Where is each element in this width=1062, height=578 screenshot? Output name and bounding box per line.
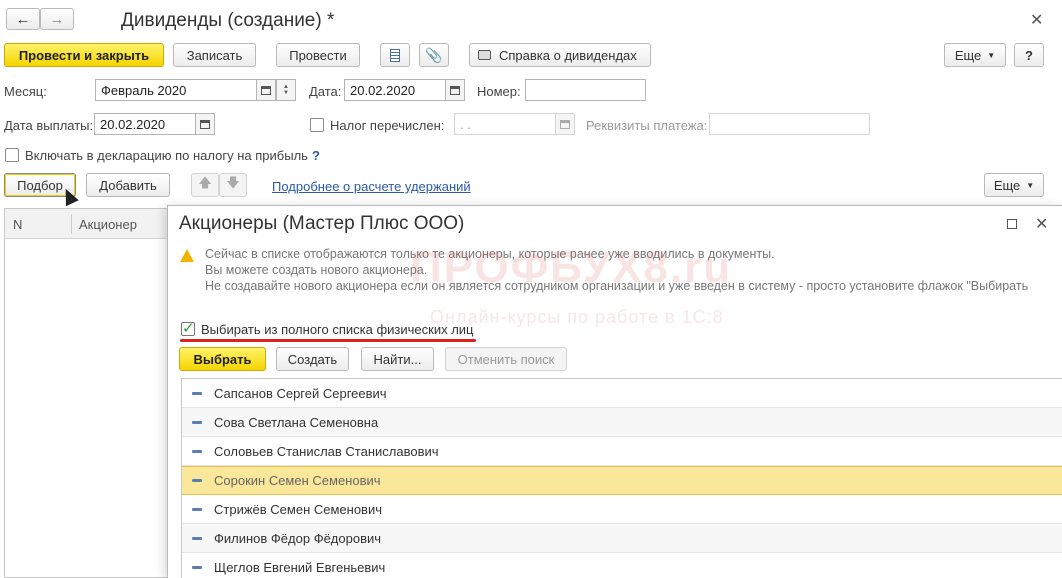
list-item-selected[interactable]: Сорокин Семен Семенович (182, 466, 1062, 495)
chevron-down-icon: ▼ (1026, 180, 1035, 190)
list-item-label: Щеглов Евгений Евгеньевич (214, 559, 386, 575)
tax-paid-date-field[interactable]: . . (454, 113, 556, 135)
date-field[interactable]: 20.02.2020 (344, 79, 446, 101)
cancel-search-button[interactable]: Отменить поиск (445, 347, 567, 371)
list-item-label: Сапсанов Сергей Сергеевич (214, 385, 387, 401)
month-calendar-button[interactable] (256, 79, 276, 101)
month-label: Месяц: (4, 84, 47, 99)
warning-line-2: Вы можете создать нового акционера. (205, 263, 428, 277)
calendar-icon (560, 119, 570, 129)
table-header: N Акционер (5, 209, 167, 239)
dividend-report-button[interactable]: Справка о дивидендах (469, 43, 651, 67)
deductions-details-link[interactable]: Подробнее о расчете удержаний (272, 179, 471, 194)
date-label: Дата: (309, 84, 342, 99)
list-item-label: Соловьев Станислав Станиславович (214, 443, 439, 459)
item-dash-icon (192, 449, 202, 453)
tax-paid-label: Налог перечислен: (330, 118, 445, 133)
list-item[interactable]: Стрижёв Семен Семенович (182, 495, 1062, 524)
list-item-label: Филинов Фёдор Фёдорович (214, 530, 382, 546)
close-icon[interactable]: ✕ (1030, 10, 1043, 30)
spinner-down-icon: ▼ (283, 90, 289, 96)
list-item-label: Стрижёв Семен Семенович (214, 501, 382, 517)
calendar-icon (200, 119, 210, 129)
payment-details-field[interactable] (709, 113, 870, 135)
move-down-button[interactable]: 🡇 (219, 173, 247, 197)
red-underline (180, 339, 476, 342)
back-button[interactable]: ← (6, 8, 40, 30)
list-item[interactable]: Филинов Фёдор Фёдорович (182, 524, 1062, 553)
shareholders-table: N Акционер (4, 208, 168, 578)
include-declaration-label: Включать в декларацию по налогу на прибы… (25, 148, 308, 163)
watermark-tagline: Онлайн-курсы по работе в 1С:8 (430, 307, 724, 327)
add-button[interactable]: Добавить (86, 173, 170, 197)
list-item[interactable]: Сапсанов Сергей Сергеевич (182, 379, 1062, 408)
month-spinner[interactable]: ▲ ▼ (276, 79, 296, 101)
choose-button[interactable]: Выбрать (179, 347, 266, 371)
dividend-report-label: Справка о дивидендах (499, 47, 637, 63)
list-item[interactable]: Щеглов Евгений Евгеньевич (182, 553, 1062, 578)
arrow-down-icon: 🡇 (226, 175, 240, 190)
document-list-icon (390, 48, 400, 62)
create-button[interactable]: Создать (276, 347, 349, 371)
person-list: Сапсанов Сергей Сергеевич Сова Светлана … (181, 378, 1062, 578)
forward-button[interactable]: → (40, 8, 74, 30)
find-button[interactable]: Найти... (361, 347, 434, 371)
maximize-icon[interactable] (1007, 219, 1017, 229)
checkmark-icon: ✓ (182, 320, 195, 337)
date-calendar-button[interactable] (445, 79, 465, 101)
post-button[interactable]: Провести (276, 43, 360, 67)
full-list-checkbox[interactable]: ✓ (181, 320, 195, 337)
list-item[interactable]: Соловьев Станислав Станиславович (182, 437, 1062, 466)
item-dash-icon (192, 420, 202, 424)
pay-date-field[interactable]: 20.02.2020 (94, 113, 196, 135)
list-item-label: Сорокин Семен Семенович (214, 473, 381, 488)
dialog-title: Акционеры (Мастер Плюс ООО) (179, 213, 465, 234)
help-question-link[interactable]: ? (312, 148, 320, 163)
calendar-icon (261, 85, 271, 95)
post-and-close-button[interactable]: Провести и закрыть (4, 43, 164, 67)
number-field[interactable] (525, 79, 646, 101)
list-item[interactable]: Сова Светлана Семеновна (182, 408, 1062, 437)
tax-paid-checkbox[interactable] (310, 118, 324, 132)
list-item-label: Сова Светлана Семеновна (214, 414, 379, 430)
col-n-header[interactable]: N (13, 217, 22, 232)
arrow-right-icon: → (49, 10, 65, 28)
calendar-icon (450, 85, 460, 95)
item-dash-icon (192, 391, 202, 395)
item-dash-icon (192, 507, 202, 511)
item-dash-icon (192, 565, 202, 569)
save-button[interactable]: Записать (173, 43, 256, 67)
table-more-button[interactable]: Еще ▼ (984, 173, 1044, 197)
list-button[interactable] (380, 43, 410, 67)
col-divider (71, 214, 72, 234)
dialog-close-icon[interactable]: ✕ (1035, 214, 1048, 234)
move-up-button[interactable]: 🡅 (191, 173, 219, 197)
payment-details-label: Реквизиты платежа: (586, 118, 708, 133)
more-label: Еще (954, 47, 982, 63)
watermark-brand: ПРОФБУХ8.ru (410, 243, 733, 292)
arrow-left-icon: ← (15, 10, 31, 28)
help-button[interactable]: ? (1014, 43, 1044, 67)
arrow-up-icon: 🡅 (198, 175, 212, 190)
number-label: Номер: (477, 84, 521, 99)
col-shareholder-header[interactable]: Акционер (79, 217, 137, 232)
item-dash-icon (192, 536, 202, 540)
page-title: Дивиденды (создание) * (121, 10, 335, 31)
warning-icon (180, 249, 194, 262)
tax-paid-calendar-button[interactable] (555, 113, 575, 135)
pay-date-label: Дата выплаты: (4, 118, 94, 133)
table-more-label: Еще (993, 177, 1021, 193)
include-declaration-checkbox[interactable] (5, 148, 19, 162)
month-field[interactable]: Февраль 2020 (95, 79, 257, 101)
more-button[interactable]: Еще ▼ (944, 43, 1006, 67)
chevron-down-icon: ▼ (987, 50, 996, 60)
paperclip-icon: 📎 (425, 46, 443, 63)
attach-button[interactable]: 📎 (419, 43, 449, 67)
item-dash-icon (192, 479, 202, 482)
pay-date-calendar-button[interactable] (195, 113, 215, 135)
printer-icon (478, 50, 491, 60)
